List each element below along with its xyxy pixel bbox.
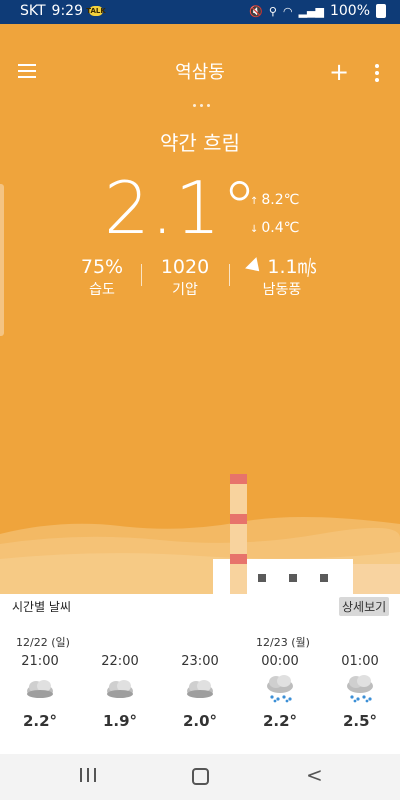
high-low-temps: ↑ 8.2℃ ↓ 0.4℃ <box>250 187 299 243</box>
status-bar: SKT 9:29 TALK 🔇 ⚲ ◠ ▂▄▆ 100% <box>0 0 400 24</box>
clock: 9:29 <box>51 3 83 19</box>
page-indicator <box>193 104 210 107</box>
cloudy-icon <box>170 672 230 706</box>
low-temp: 0.4℃ <box>261 220 300 236</box>
weather-condition: 약간 흐림 <box>160 131 240 155</box>
wind-label: 남동풍 <box>262 282 302 298</box>
hour-time: 23:00 <box>181 654 219 669</box>
cloudy-icon <box>10 672 70 706</box>
weather-main: 역삼동 + 약간 흐림 2.1° ↑ 8.2℃ ↓ 0.4℃ 75% 습도 1020… <box>0 24 400 594</box>
system-nav-bar: < <box>0 754 400 800</box>
more-options-icon[interactable] <box>374 64 380 82</box>
wind-value: 1.1㎧ <box>267 256 317 278</box>
high-temp-row: ↑ 8.2℃ <box>250 187 299 215</box>
battery-level: 100% <box>329 3 370 19</box>
stat-divider <box>229 264 230 286</box>
high-temp: 8.2℃ <box>261 192 300 208</box>
hour-temp: 2.5° <box>342 712 378 730</box>
hour-temp: 2.2° <box>22 712 58 730</box>
hour-temp: 2.2° <box>262 712 298 730</box>
carrier-label: SKT <box>20 3 46 19</box>
hour-time: 00:00 <box>261 654 299 669</box>
forecast-date: 12/22 (일) <box>16 636 70 649</box>
recent-apps-icon[interactable] <box>80 768 96 782</box>
pressure-value: 1020 <box>160 256 210 278</box>
chat-notification-icon: TALK <box>86 6 106 16</box>
detail-button[interactable]: 상세보기 <box>339 597 390 616</box>
chat-badge-label: TALK <box>86 7 106 15</box>
hourly-title: 시간별 날씨 <box>12 600 72 614</box>
city-scene-illustration <box>0 474 400 594</box>
hourly-item[interactable]: 22:00 1.9° <box>90 654 150 730</box>
arrow-down-icon: ↓ <box>250 224 259 235</box>
mute-icon: 🔇 <box>249 4 263 18</box>
humidity-value: 75% <box>80 256 124 278</box>
hourly-item[interactable]: 23:00 2.0° <box>170 654 230 730</box>
hourly-item[interactable]: 01:00 2.5° <box>330 654 390 730</box>
stat-divider <box>141 264 142 286</box>
rain-icon <box>330 672 390 706</box>
cloudy-icon <box>90 672 150 706</box>
hour-temp: 1.9° <box>102 712 138 730</box>
wind-stat: 1.1㎧ 남동풍 <box>240 255 324 301</box>
hour-temp: 2.0° <box>182 712 218 730</box>
wifi-icon: ◠ <box>282 4 293 18</box>
rain-icon <box>250 672 310 706</box>
weather-stats: 75% 습도 1020 기압 1.1㎧ 남동풍 <box>0 255 400 303</box>
humidity-label: 습도 <box>89 282 115 298</box>
hourly-item[interactable]: 21:00 2.2° <box>10 654 70 730</box>
signal-icon: ▂▄▆ <box>298 4 324 18</box>
battery-icon <box>376 4 386 18</box>
forecast-date: 12/23 (월) <box>256 636 310 649</box>
arrow-up-icon: ↑ <box>250 196 259 207</box>
location-icon: ⚲ <box>268 4 277 18</box>
hour-time: 21:00 <box>21 654 59 669</box>
low-temp-row: ↓ 0.4℃ <box>250 215 299 243</box>
hour-time: 01:00 <box>341 654 379 669</box>
hourly-forecast-panel: 시간별 날씨 상세보기 12/22 (일) 12/23 (월) 21:00 2.… <box>0 594 400 754</box>
add-location-icon[interactable]: + <box>329 60 349 84</box>
pressure-label: 기압 <box>172 282 198 298</box>
home-icon[interactable] <box>192 768 209 785</box>
pressure-stat: 1020 기압 <box>155 255 215 301</box>
current-temperature: 2.1° <box>104 166 259 250</box>
hour-time: 22:00 <box>101 654 139 669</box>
wind-direction-icon <box>245 257 266 277</box>
humidity-stat: 75% 습도 <box>72 255 132 301</box>
back-icon[interactable]: < <box>306 765 323 785</box>
app-bar: 역삼동 + <box>0 24 400 107</box>
hourly-item[interactable]: 00:00 2.2° <box>250 654 310 730</box>
